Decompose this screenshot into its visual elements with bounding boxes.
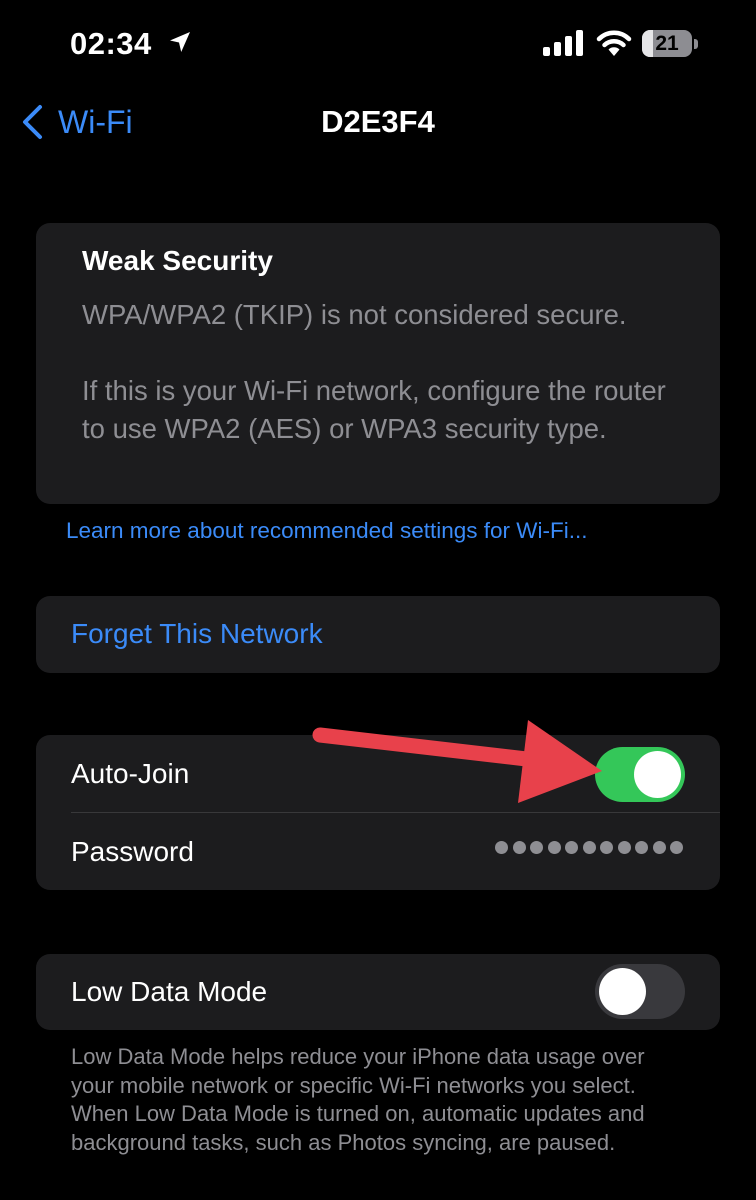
battery-cap bbox=[694, 39, 698, 49]
password-dot bbox=[617, 841, 631, 854]
password-dot bbox=[547, 841, 561, 854]
toggle-knob bbox=[599, 968, 646, 1015]
password-dot bbox=[670, 841, 683, 854]
password-dot bbox=[565, 841, 578, 854]
password-dot bbox=[652, 841, 666, 854]
status-time: 02:34 bbox=[70, 26, 152, 61]
password-dot bbox=[635, 841, 648, 854]
annotation-arrow-icon bbox=[312, 720, 602, 803]
auto-join-label: Auto-Join bbox=[71, 758, 190, 789]
row-divider bbox=[71, 812, 720, 813]
low-data-mode-row: Low Data Mode bbox=[36, 954, 720, 1030]
password-dot bbox=[530, 841, 543, 854]
wifi-icon bbox=[596, 30, 632, 56]
password-dot bbox=[600, 841, 613, 854]
security-warning-card: Weak Security WPA/WPA2 (TKIP) is not con… bbox=[36, 223, 720, 504]
password-label: Password bbox=[71, 836, 194, 867]
password-dot bbox=[495, 841, 508, 854]
cellular-signal-icon bbox=[543, 30, 583, 56]
security-advice: If this is your Wi-Fi network, configure… bbox=[82, 375, 666, 444]
battery-icon: 21 bbox=[642, 30, 700, 57]
location-arrow-icon bbox=[170, 32, 190, 52]
learn-more-link[interactable]: Learn more about recommended settings fo… bbox=[66, 518, 587, 544]
security-message: WPA/WPA2 (TKIP) is not considered secure… bbox=[82, 299, 627, 330]
low-data-mode-toggle[interactable] bbox=[595, 964, 685, 1019]
battery-level: 21 bbox=[655, 32, 679, 55]
password-dot bbox=[512, 841, 526, 854]
low-data-mode-description: Low Data Mode helps reduce your iPhone d… bbox=[71, 1044, 645, 1155]
low-data-mode-label: Low Data Mode bbox=[71, 976, 268, 1007]
security-title: Weak Security bbox=[82, 245, 273, 276]
forget-network-button[interactable]: Forget This Network bbox=[36, 596, 720, 673]
forget-network-label: Forget This Network bbox=[71, 618, 323, 649]
toggle-knob bbox=[634, 751, 681, 798]
page-title: D2E3F4 bbox=[321, 104, 435, 139]
password-dot bbox=[582, 841, 596, 854]
password-masked-value[interactable] bbox=[495, 841, 683, 854]
